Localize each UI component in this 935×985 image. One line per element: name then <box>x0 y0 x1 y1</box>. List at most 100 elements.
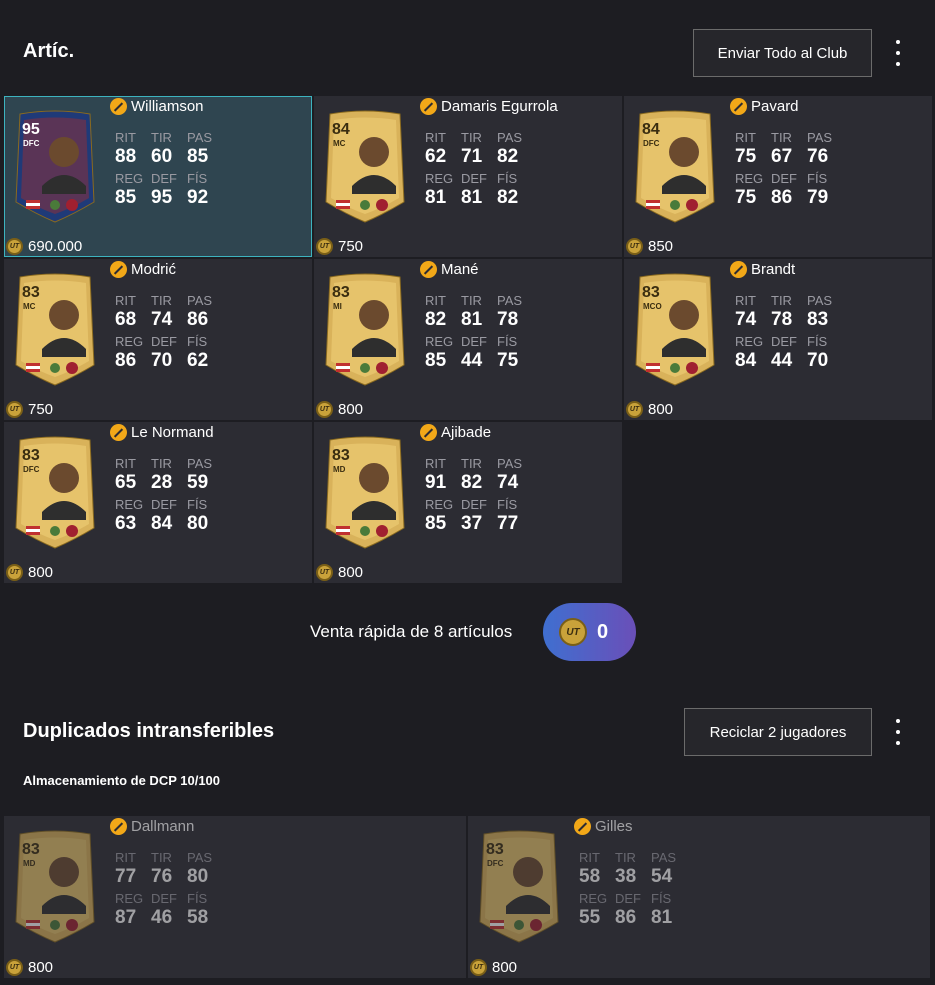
stat-value: 38 <box>615 866 637 887</box>
stat-label: DEF <box>771 171 797 186</box>
player-rating: 83 <box>332 447 350 464</box>
stat-value: 86 <box>771 187 793 208</box>
player-tile[interactable]: 83 MD Ajibade RIT TIR PAS 91 82 74 REG DEF FÍS 85 37 7… <box>314 422 622 583</box>
stat-value: 88 <box>115 146 137 167</box>
stat-label: RIT <box>735 130 756 145</box>
stat-label: REG <box>115 171 144 186</box>
stat-label: PAS <box>187 850 213 865</box>
stat-label: RIT <box>115 293 136 308</box>
stat-value: 77 <box>115 866 137 887</box>
player-card: 95 DFC <box>14 110 96 224</box>
items-more-options-icon[interactable] <box>891 40 905 66</box>
player-stats: RIT TIR PAS 65 28 59 REG DEF FÍS 63 84 80 <box>115 456 225 536</box>
stat-value: 74 <box>151 309 173 330</box>
stat-value: 70 <box>151 350 173 371</box>
untradeable-icon <box>730 98 747 115</box>
stat-value: 82 <box>497 146 519 167</box>
stat-label: FÍS <box>187 891 208 906</box>
player-tile[interactable]: 83 MC Modrić RIT TIR PAS 68 74 86 REG DEF FÍS 86 70 62… <box>4 259 312 420</box>
price-value: 690.000 <box>28 238 83 255</box>
stat-label: TIR <box>151 850 172 865</box>
quick-sell-value: 0 <box>597 620 609 643</box>
price-value: 800 <box>338 401 364 418</box>
player-name-row: Williamson <box>110 98 204 115</box>
stat-label: DEF <box>151 334 177 349</box>
price-value: 750 <box>338 238 364 255</box>
stat-label: TIR <box>615 850 636 865</box>
player-tile[interactable]: 83 DFC Gilles RIT TIR PAS 58 38 54 REG DEF FÍS 55 86 8… <box>468 816 930 978</box>
stat-label: DEF <box>461 497 487 512</box>
player-tile[interactable]: 83 DFC Le Normand RIT TIR PAS 65 28 59 REG DEF FÍS 6… <box>4 422 312 583</box>
coin-icon: UT <box>626 401 643 418</box>
stat-label: PAS <box>497 456 523 471</box>
player-rating: 83 <box>642 284 660 301</box>
player-stats: RIT TIR PAS 74 78 83 REG DEF FÍS 84 44 70 <box>735 293 845 373</box>
untradeable-icon <box>574 818 591 835</box>
quick-sell-button[interactable]: UT 0 <box>543 603 636 661</box>
price-value: 800 <box>28 959 54 976</box>
stat-value: 74 <box>735 309 757 330</box>
price-value: 800 <box>28 564 54 581</box>
stat-value: 79 <box>807 187 829 208</box>
stat-label: RIT <box>425 130 446 145</box>
stat-value: 78 <box>771 309 793 330</box>
stat-value: 75 <box>735 187 757 208</box>
stat-value: 44 <box>461 350 483 371</box>
player-name: Gilles <box>595 818 633 835</box>
player-name-row: Mané <box>420 261 479 278</box>
player-tile[interactable]: 83 MCO Brandt RIT TIR PAS 74 78 83 REG DEF FÍS 84 44 7… <box>624 259 932 420</box>
player-name: Ajibade <box>441 424 492 441</box>
stat-label: DEF <box>461 334 487 349</box>
stat-value: 81 <box>461 187 483 208</box>
quick-sell-label: Venta rápida de 8 artículos <box>310 622 513 641</box>
items-header: Artíc. Enviar Todo al Club <box>0 0 935 95</box>
player-name-row: Dallmann <box>110 818 194 835</box>
stat-value: 78 <box>497 309 519 330</box>
stat-label: PAS <box>187 456 213 471</box>
stat-value: 44 <box>771 350 793 371</box>
stat-value: 74 <box>497 472 519 493</box>
stat-value: 75 <box>735 146 757 167</box>
player-rating: 84 <box>332 121 350 138</box>
stat-label: FÍS <box>187 171 208 186</box>
player-stats: RIT TIR PAS 75 67 76 REG DEF FÍS 75 86 79 <box>735 130 845 210</box>
player-tile[interactable]: 95 DFC Williamson RIT TIR PAS 88 60 85 REG DEF FÍS 8… <box>4 96 312 257</box>
stat-label: TIR <box>771 293 792 308</box>
recycle-players-button[interactable]: Reciclar 2 jugadores <box>684 708 872 756</box>
stat-value: 59 <box>187 472 209 493</box>
send-all-to-club-button[interactable]: Enviar Todo al Club <box>693 29 872 77</box>
player-price: UT 800 <box>316 564 363 581</box>
stat-label: DEF <box>151 891 177 906</box>
duplicates-more-options-icon[interactable] <box>891 719 905 745</box>
stat-label: REG <box>115 497 144 512</box>
stat-value: 82 <box>425 309 447 330</box>
stat-value: 87 <box>115 907 137 928</box>
stat-value: 65 <box>115 472 137 493</box>
coin-icon: UT <box>6 238 23 255</box>
untradeable-icon <box>110 98 127 115</box>
player-card: 84 MC <box>324 110 406 224</box>
player-tile[interactable]: 84 DFC Pavard RIT TIR PAS 75 67 76 REG DEF FÍS 75 86 7… <box>624 96 932 257</box>
stat-label: RIT <box>735 293 756 308</box>
stat-label: DEF <box>461 171 487 186</box>
stat-label: PAS <box>497 130 523 145</box>
stat-value: 76 <box>151 866 173 887</box>
stat-value: 77 <box>497 513 519 534</box>
price-value: 800 <box>648 401 674 418</box>
player-price: UT 750 <box>316 238 363 255</box>
stat-label: REG <box>579 891 608 906</box>
player-stats: RIT TIR PAS 68 74 86 REG DEF FÍS 86 70 62 <box>115 293 225 373</box>
player-tile[interactable]: 83 MD Dallmann RIT TIR PAS 77 76 80 REG DEF FÍS 87 46… <box>4 816 466 978</box>
stat-value: 91 <box>425 472 447 493</box>
stat-label: RIT <box>115 456 136 471</box>
stat-label: PAS <box>497 293 523 308</box>
stat-value: 82 <box>497 187 519 208</box>
player-tile[interactable]: 83 MI Mané RIT TIR PAS 82 81 78 REG DEF FÍS 85 44 75 UT… <box>314 259 622 420</box>
player-card: 83 DFC <box>478 830 560 944</box>
player-stats: RIT TIR PAS 82 81 78 REG DEF FÍS 85 44 75 <box>425 293 535 373</box>
stat-value: 71 <box>461 146 483 167</box>
coin-icon: UT <box>316 564 333 581</box>
player-tile[interactable]: 84 MC Damaris Egurrola RIT TIR PAS 62 71 82 REG DE… <box>314 96 622 257</box>
player-price: UT 690.000 <box>6 238 82 255</box>
stat-label: REG <box>115 891 144 906</box>
